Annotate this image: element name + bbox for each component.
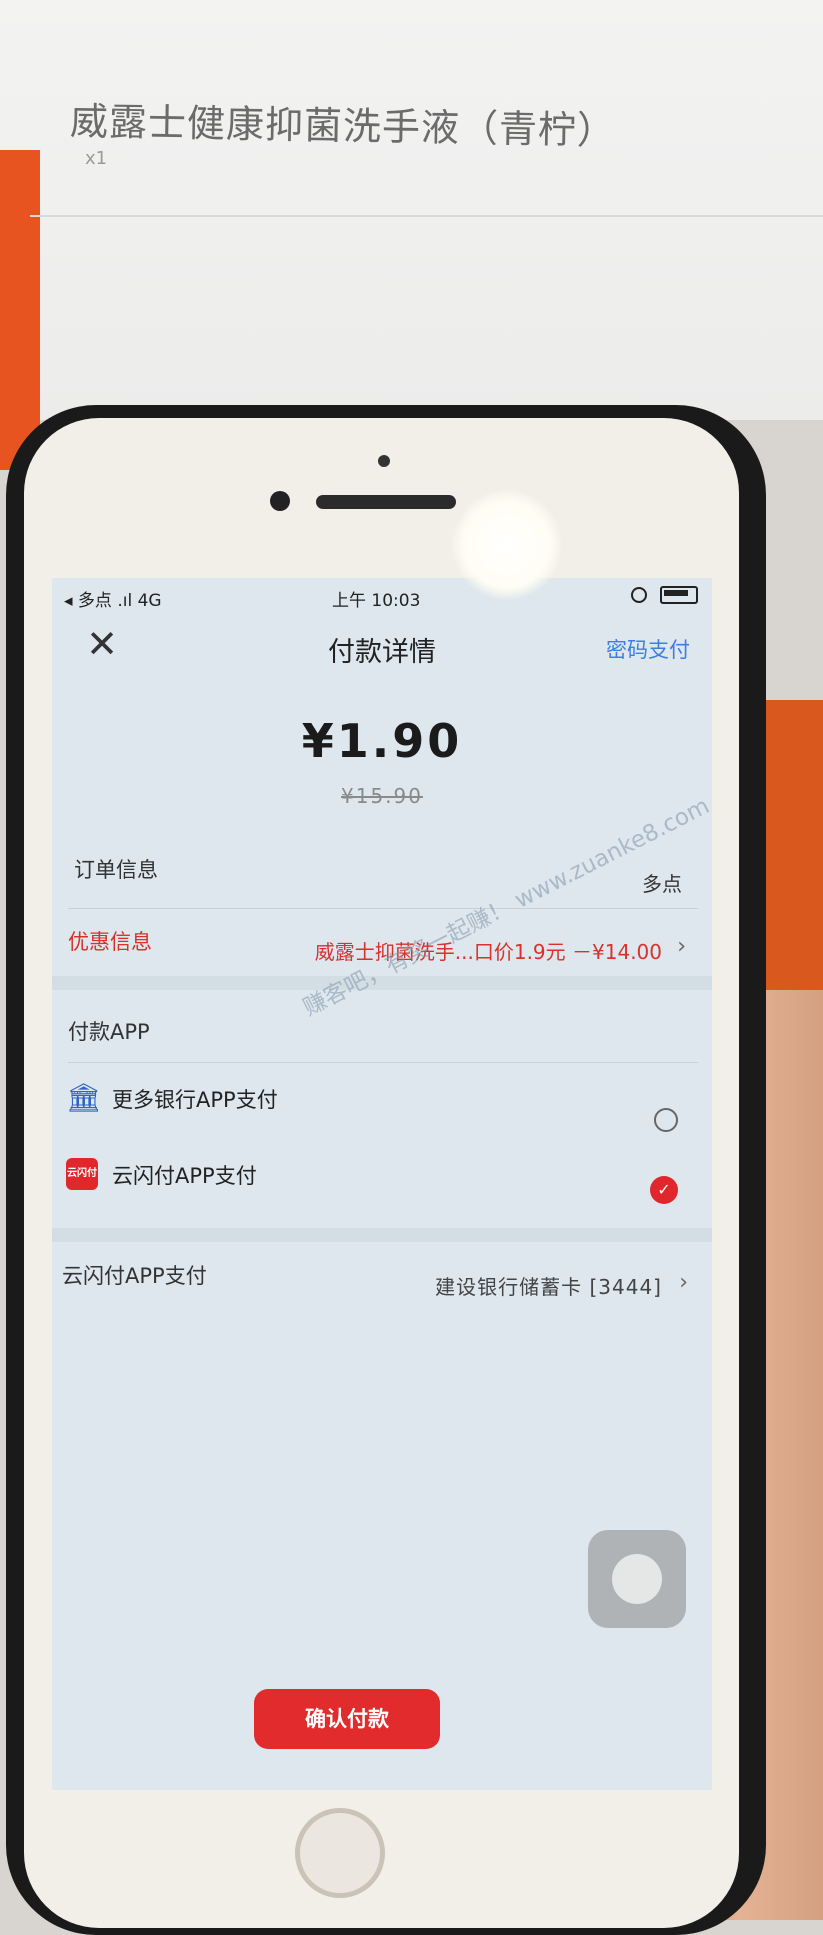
unionpay-icon: 云闪付 (66, 1158, 98, 1190)
order-info-value: 多点 (642, 872, 682, 896)
status-icons (630, 585, 698, 605)
divider (68, 1062, 698, 1063)
payment-amount: ¥1.90 (301, 714, 463, 768)
checkmark-icon[interactable]: ✓ (650, 1176, 678, 1204)
proximity-sensor (378, 455, 390, 467)
earpiece (316, 495, 456, 509)
original-amount: ¥15.90 (341, 784, 423, 808)
order-info-label: 订单信息 (74, 858, 158, 882)
front-camera (270, 491, 290, 511)
section-divider (52, 1228, 712, 1242)
password-pay-link[interactable]: 密码支付 (606, 634, 690, 664)
card-row-label: 云闪付APP支付 (62, 1264, 207, 1288)
radio-unchecked[interactable] (654, 1108, 678, 1132)
pay-method-label: 云闪付APP支付 (112, 1164, 257, 1188)
background-receipt (0, 0, 823, 420)
card-select-value[interactable]: 建设银行储蓄卡 [3444] (435, 1271, 662, 1300)
nav-bar: ✕ 付款详情 密码支付 (52, 618, 712, 688)
home-button[interactable] (295, 1808, 385, 1898)
receipt-quantity: x1 (85, 148, 108, 169)
battery-icon (660, 586, 698, 604)
background-orange-left (0, 150, 40, 470)
assistive-touch-button[interactable] (588, 1530, 686, 1628)
bank-icon: 🏛 (66, 1081, 102, 1114)
status-time: 上午 10:03 (332, 591, 421, 611)
receipt-product-title: 威露士健康抑菌洗手液（青柠） (69, 99, 617, 153)
status-carrier: ◂ 多点 .ıl 4G (64, 591, 162, 611)
light-glare (452, 490, 562, 600)
divider (68, 908, 698, 909)
chevron-right-icon[interactable]: › (679, 1270, 688, 1295)
pay-method-more-banks[interactable]: 🏛 更多银行APP支付 (52, 1078, 712, 1148)
pay-method-label: 更多银行APP支付 (112, 1088, 278, 1112)
status-bar: ◂ 多点 .ıl 4G 上午 10:03 (52, 578, 712, 612)
phone-screen: ◂ 多点 .ıl 4G 上午 10:03 ✕ 付款详情 密码支付 ¥1.90 ¥… (52, 578, 712, 1790)
receipt-divider (30, 215, 823, 217)
pay-method-unionpay[interactable]: 云闪付 云闪付APP支付 ✓ (52, 1154, 712, 1224)
discount-info-label[interactable]: 优惠信息 (68, 926, 152, 956)
rotation-lock-icon (630, 587, 647, 603)
pay-app-section-title: 付款APP (68, 1020, 150, 1044)
confirm-payment-button[interactable]: 确认付款 (254, 1689, 440, 1749)
chevron-right-icon[interactable]: › (677, 934, 686, 959)
